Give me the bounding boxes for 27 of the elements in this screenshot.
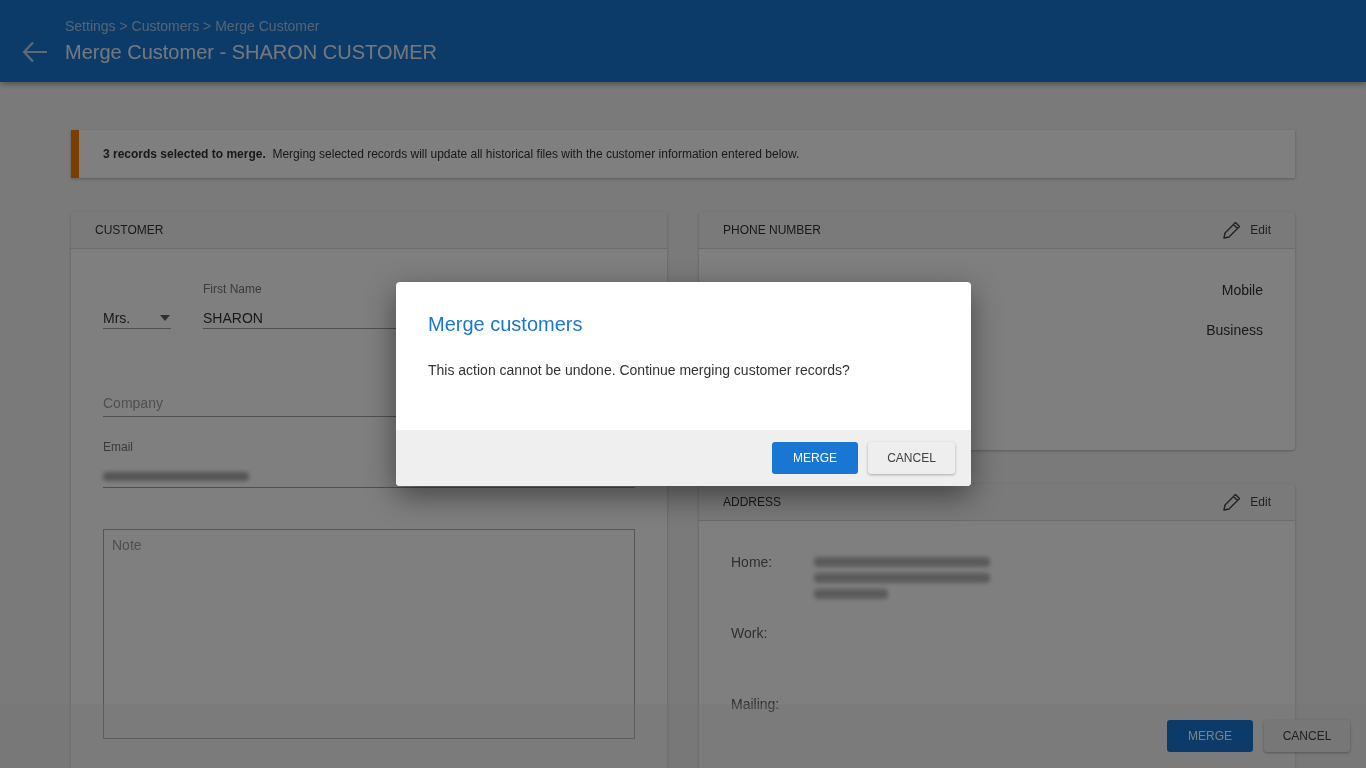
field-label: Email [103, 440, 133, 454]
notice-text: 3 records selected to merge. Merging selected records will update all historical files with the customer information entered below. [103, 146, 800, 162]
edit-button[interactable]: Edit [1223, 221, 1271, 239]
card-title: CUSTOMER [95, 222, 164, 239]
pencil-icon [1223, 493, 1242, 511]
address-label: Work: [731, 624, 768, 643]
card-title: ADDRESS [723, 494, 781, 511]
back-arrow-icon [22, 41, 48, 63]
cancel-button[interactable]: CANCEL [1264, 720, 1350, 752]
cancel-button[interactable]: CANCEL [868, 442, 955, 474]
phone-type-label: Business [1206, 321, 1263, 340]
back-button[interactable] [22, 41, 48, 63]
address-label: Home: [731, 553, 773, 572]
address-label: Mailing: [731, 695, 780, 714]
field-label: First Name [203, 282, 262, 296]
caret-icon [160, 315, 170, 321]
edit-button[interactable]: Edit [1223, 493, 1271, 511]
salutation-select[interactable]: Mrs. [103, 308, 171, 329]
phone-type-label: Mobile [1221, 281, 1263, 300]
breadcrumb: Settings > Customers > Merge Customer [65, 17, 320, 35]
pencil-icon [1223, 221, 1242, 239]
merge-button[interactable]: MERGE [772, 442, 858, 474]
card-title: PHONE NUMBER [723, 222, 821, 239]
dialog-message: This action cannot be undone. Continue merging customer records? [428, 361, 850, 380]
dialog-title: Merge customers [428, 312, 583, 336]
page-title: Merge Customer - SHARON CUSTOMER [65, 40, 437, 64]
merge-button[interactable]: MERGE [1167, 720, 1253, 752]
